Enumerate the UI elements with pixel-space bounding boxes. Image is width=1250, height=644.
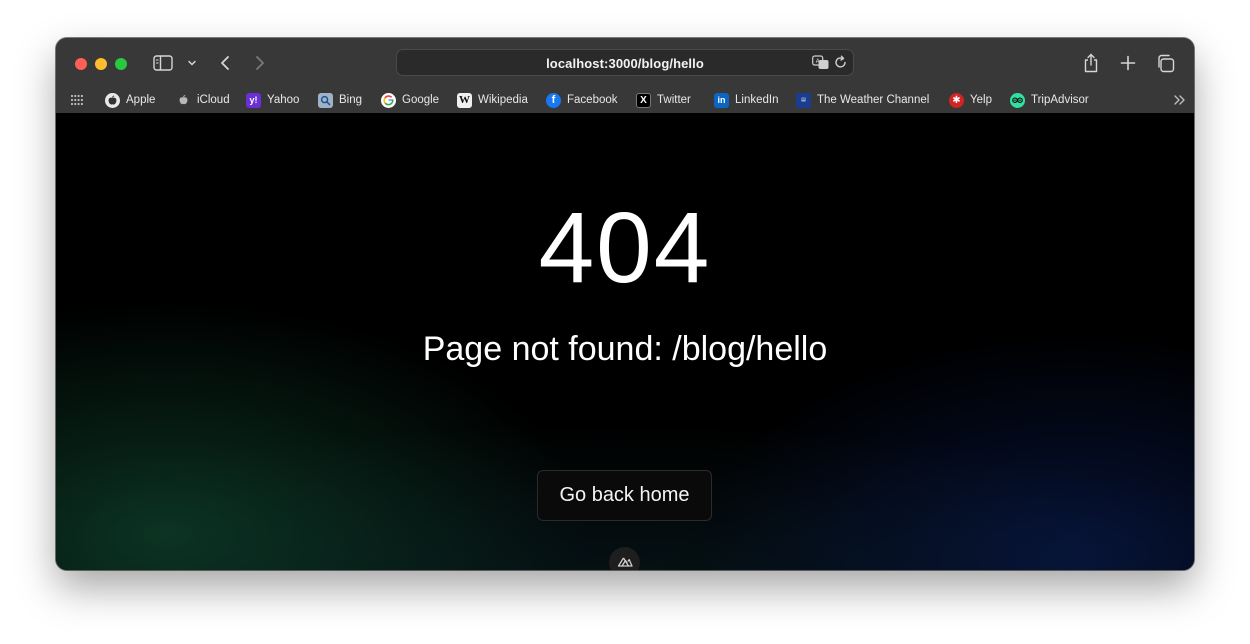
chevron-down-icon[interactable]: [186, 58, 198, 68]
reload-icon[interactable]: [833, 55, 848, 70]
page-content: 404 Page not found: /blog/hello Go back …: [56, 113, 1194, 570]
facebook-icon: f: [546, 92, 561, 108]
share-icon[interactable]: [1082, 52, 1100, 74]
tabs-icon[interactable]: [1155, 53, 1175, 73]
bookmark-label: Bing: [339, 94, 363, 106]
grid-icon[interactable]: [70, 93, 84, 107]
translate-icon[interactable]: A: [812, 55, 829, 70]
tripadvisor-icon: [1010, 92, 1025, 108]
go-back-home-button[interactable]: Go back home: [537, 470, 712, 521]
apple-icon: [105, 92, 120, 108]
bookmark-apple[interactable]: Apple: [105, 91, 155, 109]
bookmark-icloud[interactable]: iCloud: [176, 91, 230, 109]
bookmark-yelp[interactable]: ✱ Yelp: [949, 91, 992, 109]
bookmark-tripadvisor[interactable]: TripAdvisor: [1010, 91, 1089, 109]
linkedin-icon: in: [714, 92, 729, 108]
bookmark-yahoo[interactable]: y! Yahoo: [246, 91, 299, 109]
nuxt-devtools-button[interactable]: [609, 547, 640, 570]
browser-window: localhost:3000/blog/hello A Apple iCloud…: [56, 38, 1194, 570]
double-chevron-right-icon[interactable]: [1172, 93, 1186, 107]
bookmark-label: Apple: [126, 94, 156, 106]
bing-icon: [318, 92, 333, 108]
google-icon: [381, 92, 396, 108]
bookmark-label: Google: [402, 94, 440, 106]
address-bar[interactable]: localhost:3000/blog/hello A: [396, 49, 854, 76]
chevron-right-icon[interactable]: [253, 54, 267, 72]
yahoo-icon: y!: [246, 92, 261, 108]
bookmark-label: LinkedIn: [735, 94, 779, 106]
bookmark-label: Yahoo: [267, 94, 300, 106]
bookmark-label: iCloud: [197, 94, 230, 106]
bookmark-label: Yelp: [970, 94, 992, 106]
bookmark-twitter[interactable]: X Twitter: [636, 91, 691, 109]
bookmark-wikipedia[interactable]: W Wikipedia: [457, 91, 528, 109]
weather-channel-icon: ▤: [796, 92, 811, 108]
close-button[interactable]: [75, 58, 87, 70]
bookmarks-bar: Apple iCloud y! Yahoo Bing Google W Wiki…: [56, 86, 1194, 114]
error-code: 404: [538, 192, 712, 304]
bookmark-label: TripAdvisor: [1031, 94, 1089, 106]
minimize-button[interactable]: [95, 58, 107, 70]
bookmark-label: Facebook: [567, 94, 618, 106]
bookmark-label: Wikipedia: [478, 94, 528, 106]
yelp-icon: ✱: [949, 92, 964, 108]
bookmark-google[interactable]: Google: [381, 91, 439, 109]
bookmark-facebook[interactable]: f Facebook: [546, 91, 618, 109]
title-bar: localhost:3000/blog/hello A: [56, 38, 1194, 88]
error-message: Page not found: /blog/hello: [422, 330, 828, 368]
bookmark-bing[interactable]: Bing: [318, 91, 362, 109]
plus-icon[interactable]: [1119, 54, 1137, 72]
maximize-button[interactable]: [115, 58, 127, 70]
url-text[interactable]: localhost:3000/blog/hello: [397, 56, 853, 71]
chevron-left-icon[interactable]: [218, 54, 232, 72]
x-icon: X: [636, 92, 651, 108]
nuxt-logo-icon: [617, 555, 633, 570]
sidebar-icon[interactable]: [152, 54, 174, 72]
wikipedia-icon: W: [457, 92, 472, 108]
apple-icon: [176, 93, 191, 108]
bookmark-linkedin[interactable]: in LinkedIn: [714, 91, 778, 109]
bookmark-weather-channel[interactable]: ▤ The Weather Channel: [796, 91, 929, 109]
bookmark-label: The Weather Channel: [817, 94, 930, 106]
bookmark-label: Twitter: [657, 94, 691, 106]
